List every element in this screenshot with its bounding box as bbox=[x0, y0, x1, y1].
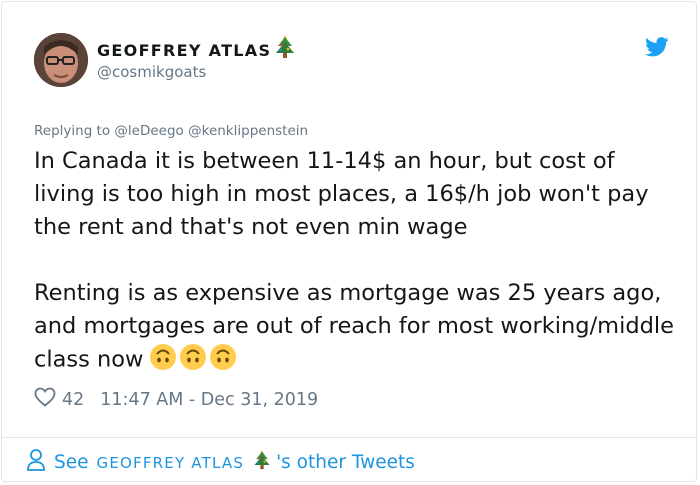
replying-to: Replying to @leDeego @kenklippenstein bbox=[34, 123, 308, 139]
see-other-tweets-link[interactable]: See GEOFFREY ATLAS 's other Tweets bbox=[26, 448, 415, 477]
person-icon bbox=[26, 448, 46, 477]
upside-down-face-icon bbox=[150, 344, 177, 370]
emoji-group bbox=[149, 343, 239, 377]
avatar[interactable] bbox=[34, 33, 88, 87]
mention-link[interactable]: @leDeego bbox=[114, 123, 183, 139]
author-handle[interactable]: @cosmikgoats bbox=[97, 63, 206, 81]
tweet-paragraph: Renting is as expensive as mortgage was … bbox=[34, 277, 674, 377]
christmas-tree-icon bbox=[273, 33, 297, 65]
christmas-tree-icon bbox=[252, 448, 272, 477]
author-display-name[interactable]: GEOFFREY ATLAS bbox=[97, 41, 271, 60]
heart-icon[interactable] bbox=[34, 387, 56, 412]
twitter-bird-icon[interactable] bbox=[645, 37, 669, 61]
like-count[interactable]: 42 bbox=[62, 390, 84, 410]
mention-link[interactable]: @kenklippenstein bbox=[188, 123, 308, 139]
see-label: See bbox=[54, 452, 89, 473]
divider bbox=[2, 437, 696, 438]
tweet-text: In Canada it is between 11-14$ an hour, … bbox=[34, 145, 674, 377]
tweet-meta: 42 11:47 AM - Dec 31, 2019 bbox=[34, 387, 318, 412]
tweet-paragraph-text: Renting is as expensive as mortgage was … bbox=[34, 280, 682, 373]
tweet-card: GEOFFREY ATLAS @cosmikgoats Replying to … bbox=[1, 1, 697, 482]
upside-down-face-icon bbox=[180, 344, 207, 370]
footer-suffix: 's other Tweets bbox=[276, 452, 415, 473]
tweet-paragraph: In Canada it is between 11-14$ an hour, … bbox=[34, 148, 656, 240]
upside-down-face-icon bbox=[210, 344, 237, 370]
replying-to-label: Replying to bbox=[34, 123, 111, 139]
footer-author-name: GEOFFREY ATLAS bbox=[96, 453, 245, 472]
tweet-timestamp[interactable]: 11:47 AM - Dec 31, 2019 bbox=[100, 390, 318, 410]
